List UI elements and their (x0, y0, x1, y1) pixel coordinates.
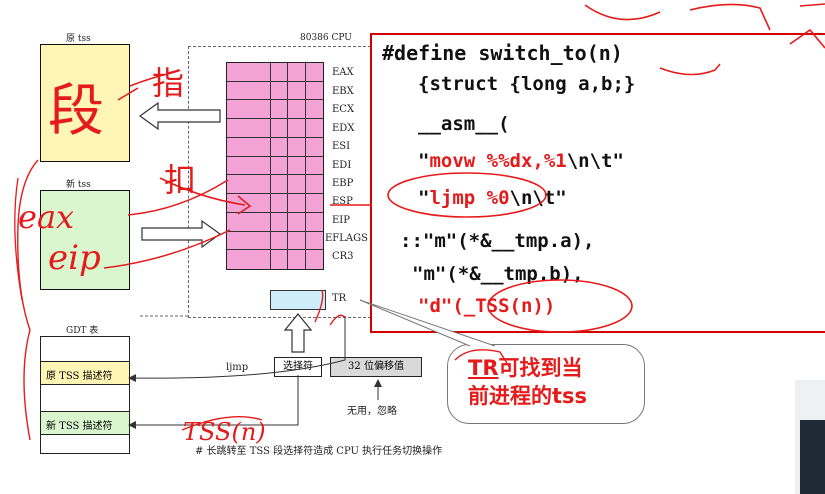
reg-edx: EDX (332, 123, 355, 134)
gdt-row-new: 新 TSS 描述符 (41, 412, 129, 435)
code-line-1: #define switch_to(n) (382, 41, 623, 65)
register-row (227, 156, 323, 176)
callout-tr: TR (468, 356, 499, 380)
code-quote: " (418, 187, 430, 209)
hand-eax: eax (18, 198, 75, 236)
top-strip (0, 0, 825, 22)
tr-register-box (270, 290, 326, 310)
callout-line-2: 前进程的tss (468, 384, 588, 408)
reg-eip: EIP (332, 215, 350, 226)
register-row (227, 231, 323, 251)
reg-cr3: CR3 (332, 251, 354, 262)
tr-label: TR (332, 293, 347, 304)
code-ljmp: ljmp %0 (429, 187, 510, 209)
register-table (226, 62, 324, 270)
gdt-label: GDT 表 (66, 326, 99, 336)
code-line-5: "ljmp %0\n\t" (418, 187, 567, 209)
hand-eip: eip (48, 238, 101, 278)
code-line-4: "movw %%dx,%1\n\t" (418, 150, 624, 172)
hand-zhi: 指 (152, 64, 185, 102)
callout-bubble: TR可找到当 前进程的tss (447, 344, 645, 424)
register-row (227, 250, 323, 269)
unused-label: 无用，忽略 (347, 406, 397, 417)
tr-to-gdt-line (139, 315, 188, 318)
right-edge-dark (800, 420, 825, 494)
reg-eax: EAX (332, 67, 354, 78)
register-row (227, 119, 323, 138)
hand-tss-n: TSS(n) (183, 418, 266, 446)
gdt-row-empty (41, 337, 129, 362)
new-tss-label: 新 tss (66, 180, 91, 190)
gdt-new-desc: 新 TSS 描述符 (46, 421, 113, 432)
ljmp-label: ljmp (226, 362, 249, 373)
code-newline: \n\t" (509, 187, 567, 209)
code-line-2: {struct {long a,b;} (418, 73, 636, 95)
code-line-6: ::"m"(*&__tmp.a), (400, 230, 595, 252)
register-row (227, 212, 323, 232)
register-row (227, 63, 323, 82)
hollow-arrow-up (283, 313, 313, 353)
selector-label: 选择符 (283, 361, 313, 372)
register-row (227, 81, 323, 101)
callout-line1-rest: 可找到当 (498, 356, 583, 380)
reg-ebp: EBP (332, 178, 354, 189)
register-row (227, 137, 323, 157)
register-row (227, 194, 323, 213)
gdt-table: 原 TSS 描述符 新 TSS 描述符 (40, 336, 130, 454)
hand-kou: 扣 (164, 161, 197, 199)
selector-piece: 选择符 (274, 357, 322, 377)
code-newline: \n\t" (566, 150, 624, 172)
cpu-label: 80386 CPU (300, 33, 352, 43)
eflags-curve (14, 177, 23, 301)
code-line-8: "d"(_TSS(n)) (418, 295, 556, 317)
code-movw: movw %%dx,%1 (429, 150, 567, 172)
reg-esp: ESP (332, 196, 353, 207)
code-panel: #define switch_to(n) {struct {long a,b;}… (370, 33, 825, 333)
register-row (227, 175, 323, 195)
reg-ecx: ECX (332, 104, 355, 115)
register-row (227, 100, 323, 120)
code-quote: " (418, 150, 430, 172)
reg-edi: EDI (332, 160, 352, 171)
reg-eflags: EFLAGS (325, 233, 368, 244)
hand-duan: 段 (48, 79, 104, 144)
callout-line-1: TR可找到当 (468, 355, 583, 382)
offset-piece: 32 位偏移值 (330, 357, 422, 377)
code-line-7: "m"(*&__tmp.b), (412, 263, 584, 285)
gdt-row-empty (41, 385, 129, 412)
reg-esi: ESI (332, 141, 351, 152)
reg-ebx: EBX (332, 86, 354, 97)
gdt-row-orig: 原 TSS 描述符 (41, 362, 129, 385)
code-line-3: __asm__( (418, 113, 510, 135)
offset-label: 32 位偏移值 (348, 361, 404, 372)
gdt-orig-desc: 原 TSS 描述符 (46, 371, 113, 382)
orig-tss-label: 原 tss (66, 34, 91, 44)
